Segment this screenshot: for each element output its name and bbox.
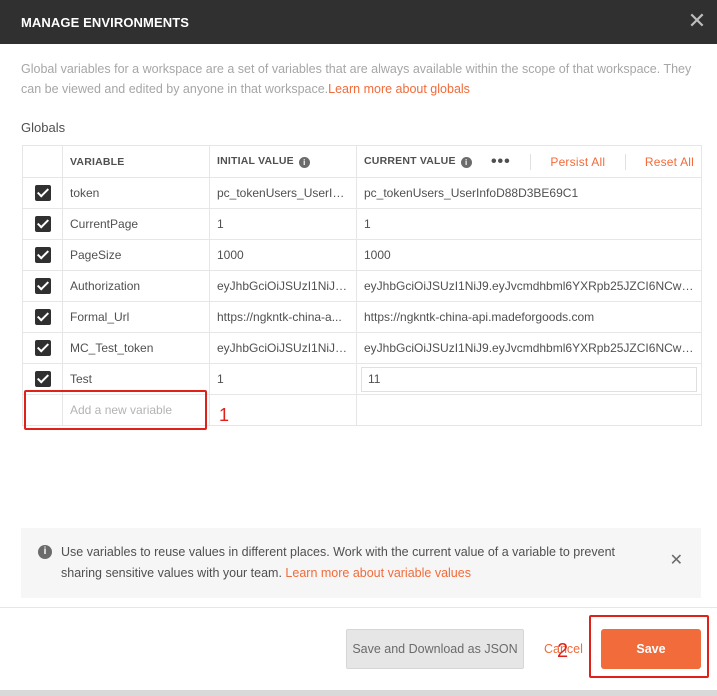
initial-value-cell[interactable]: pc_tokenUsers_UserIn... [209, 177, 357, 209]
save-and-download-json-button[interactable]: Save and Download as JSON [346, 629, 524, 669]
row-checkbox-cell [22, 270, 63, 302]
current-value-cell[interactable]: eyJhbGciOiJSUzI1NiJ9.eyJvcmdhbml6YXRpb25… [356, 332, 702, 364]
enabled-checkbox[interactable] [35, 278, 51, 294]
annotation-number-1: 1 [219, 405, 230, 425]
annotation-box-1 [24, 390, 207, 430]
more-options-icon[interactable]: ••• [491, 153, 511, 171]
enabled-checkbox[interactable] [35, 371, 51, 387]
table-row: Formal_Url https://ngkntk-china-a... htt… [22, 301, 702, 333]
close-icon[interactable]: ✕ [670, 553, 683, 569]
reset-all-button[interactable]: Reset All [645, 155, 694, 169]
header-current-value: CURRENT VALUE i ••• Persist All Reset All [356, 145, 702, 178]
manage-environments-dialog: MANAGE ENVIRONMENTS ✕ Global variables f… [0, 0, 717, 690]
learn-more-variable-values-link[interactable]: Learn more about variable values [285, 566, 471, 580]
globals-table: VARIABLE INITIAL VALUE i CURRENT VALUE i •… [22, 145, 702, 426]
annotation-box-2 [589, 615, 709, 678]
variable-cell[interactable]: CurrentPage [62, 208, 210, 240]
divider [624, 153, 626, 170]
header-check-cell [22, 145, 63, 178]
section-title: Globals [21, 120, 66, 135]
initial-value-cell[interactable]: eyJhbGciOiJSUzI1NiJ9.... [209, 332, 357, 364]
table-header-row: VARIABLE INITIAL VALUE i CURRENT VALUE i •… [22, 145, 702, 178]
divider [530, 153, 532, 170]
variable-cell[interactable]: Authorization [62, 270, 210, 302]
table-row: CurrentPage 1 1 [22, 208, 702, 240]
enabled-checkbox[interactable] [35, 216, 51, 232]
enabled-checkbox[interactable] [35, 340, 51, 356]
footer-divider [0, 607, 717, 608]
enabled-checkbox[interactable] [35, 247, 51, 263]
current-value-cell[interactable] [356, 394, 702, 426]
banner-text: Use variables to reuse values in differe… [61, 545, 615, 580]
annotation-number-2: 2 [557, 640, 569, 662]
variable-cell[interactable]: Formal_Url [62, 301, 210, 333]
row-checkbox-cell [22, 301, 63, 333]
variable-cell[interactable]: MC_Test_token [62, 332, 210, 364]
info-icon: i [38, 545, 52, 559]
current-value-cell[interactable]: pc_tokenUsers_UserInfoD88D3BE69C1 [356, 177, 702, 209]
initial-value-cell[interactable]: 1 [209, 363, 357, 395]
current-value-input[interactable]: 11 [361, 366, 697, 392]
initial-value-cell[interactable] [209, 394, 357, 426]
globals-description: Global variables for a workspace are a s… [21, 59, 701, 99]
initial-value-cell[interactable]: https://ngkntk-china-a... [209, 301, 357, 333]
variable-cell[interactable]: PageSize [62, 239, 210, 271]
info-icon[interactable]: i [460, 157, 472, 168]
close-icon[interactable]: ✕ [687, 10, 707, 32]
initial-value-cell[interactable]: 1 [209, 208, 357, 240]
initial-value-cell[interactable]: eyJhbGciOiJSUzI1NiJ9.... [209, 270, 357, 302]
persist-all-button[interactable]: Persist All [550, 155, 605, 169]
table-row: PageSize 1000 1000 [22, 239, 702, 271]
current-value-cell[interactable]: eyJhbGciOiJSUzI1NiJ9.eyJvcmdhbml6YXRpb25… [356, 270, 702, 302]
row-checkbox-cell [22, 239, 63, 271]
variable-cell[interactable]: token [62, 177, 210, 209]
table-row: Authorization eyJhbGciOiJSUzI1NiJ9.... e… [22, 270, 702, 302]
row-checkbox-cell [22, 208, 63, 240]
learn-more-globals-link[interactable]: Learn more about globals [328, 82, 470, 96]
info-banner: i Use variables to reuse values in diffe… [21, 528, 701, 598]
dialog-header: MANAGE ENVIRONMENTS ✕ [0, 0, 717, 44]
header-initial-value: INITIAL VALUE i [209, 145, 357, 178]
current-value-cell[interactable]: https://ngkntk-china-api.madeforgoods.co… [356, 301, 702, 333]
table-row: token pc_tokenUsers_UserIn... pc_tokenUs… [22, 177, 702, 209]
current-value-cell[interactable]: 11 [356, 363, 702, 395]
table-row: MC_Test_token eyJhbGciOiJSUzI1NiJ9.... e… [22, 332, 702, 364]
dialog-title: MANAGE ENVIRONMENTS [21, 15, 190, 30]
row-checkbox-cell [22, 177, 63, 209]
enabled-checkbox[interactable] [35, 309, 51, 325]
info-icon[interactable]: i [298, 157, 310, 168]
enabled-checkbox[interactable] [35, 185, 51, 201]
initial-value-cell[interactable]: 1000 [209, 239, 357, 271]
row-checkbox-cell [22, 332, 63, 364]
header-variable: VARIABLE [62, 145, 210, 178]
current-value-cell[interactable]: 1 [356, 208, 702, 240]
current-value-cell[interactable]: 1000 [356, 239, 702, 271]
